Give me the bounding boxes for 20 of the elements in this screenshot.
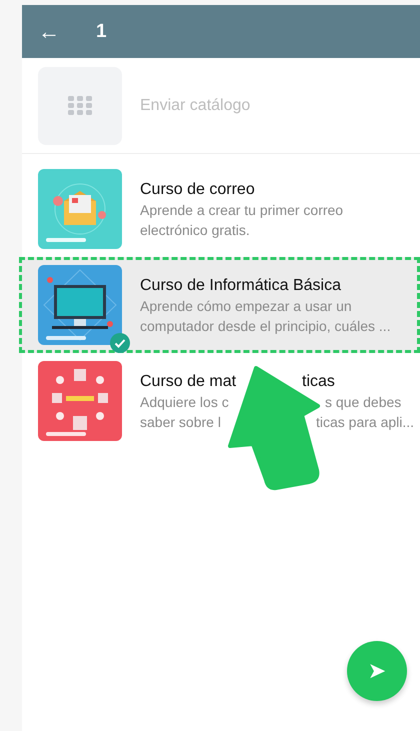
course-description: Aprende cómo empezar a usar un xyxy=(140,298,352,314)
course-title: Curso de correo xyxy=(140,180,255,198)
course-item[interactable]: Curso de correo Aprende a crear tu primer correo electrónico gratis. xyxy=(19,161,420,257)
selection-count: 1 xyxy=(96,20,107,42)
course-title: Curso de Informática Básica xyxy=(140,276,341,294)
course-description: saber sobre l xyxy=(140,414,221,430)
course-description: computador desde el principio, cuáles ... xyxy=(140,318,391,334)
course-description: ticas para apli... xyxy=(316,414,414,430)
course-title: Curso de mat xyxy=(140,372,236,390)
course-item[interactable]: Curso de mat ticas Adquiere los c s que debes saber sobre l ticas para apli... xyxy=(19,353,420,449)
course-description: electrónico gratis. xyxy=(140,222,250,238)
course-item[interactable]: Curso de Informática Básica Aprende cómo empezar a usar un computador desde el principio, cuáles ... xyxy=(19,257,420,353)
check-badge-icon xyxy=(110,333,130,353)
course-description: Adquiere los c xyxy=(140,394,229,410)
grid-icon xyxy=(68,96,92,116)
back-button[interactable]: ← xyxy=(38,18,60,44)
course-title: ticas xyxy=(302,372,335,390)
course-description: s que debes xyxy=(325,394,402,410)
catalog-tile[interactable] xyxy=(38,67,122,145)
course-description: Aprende a crear tu primer correo xyxy=(140,202,344,218)
